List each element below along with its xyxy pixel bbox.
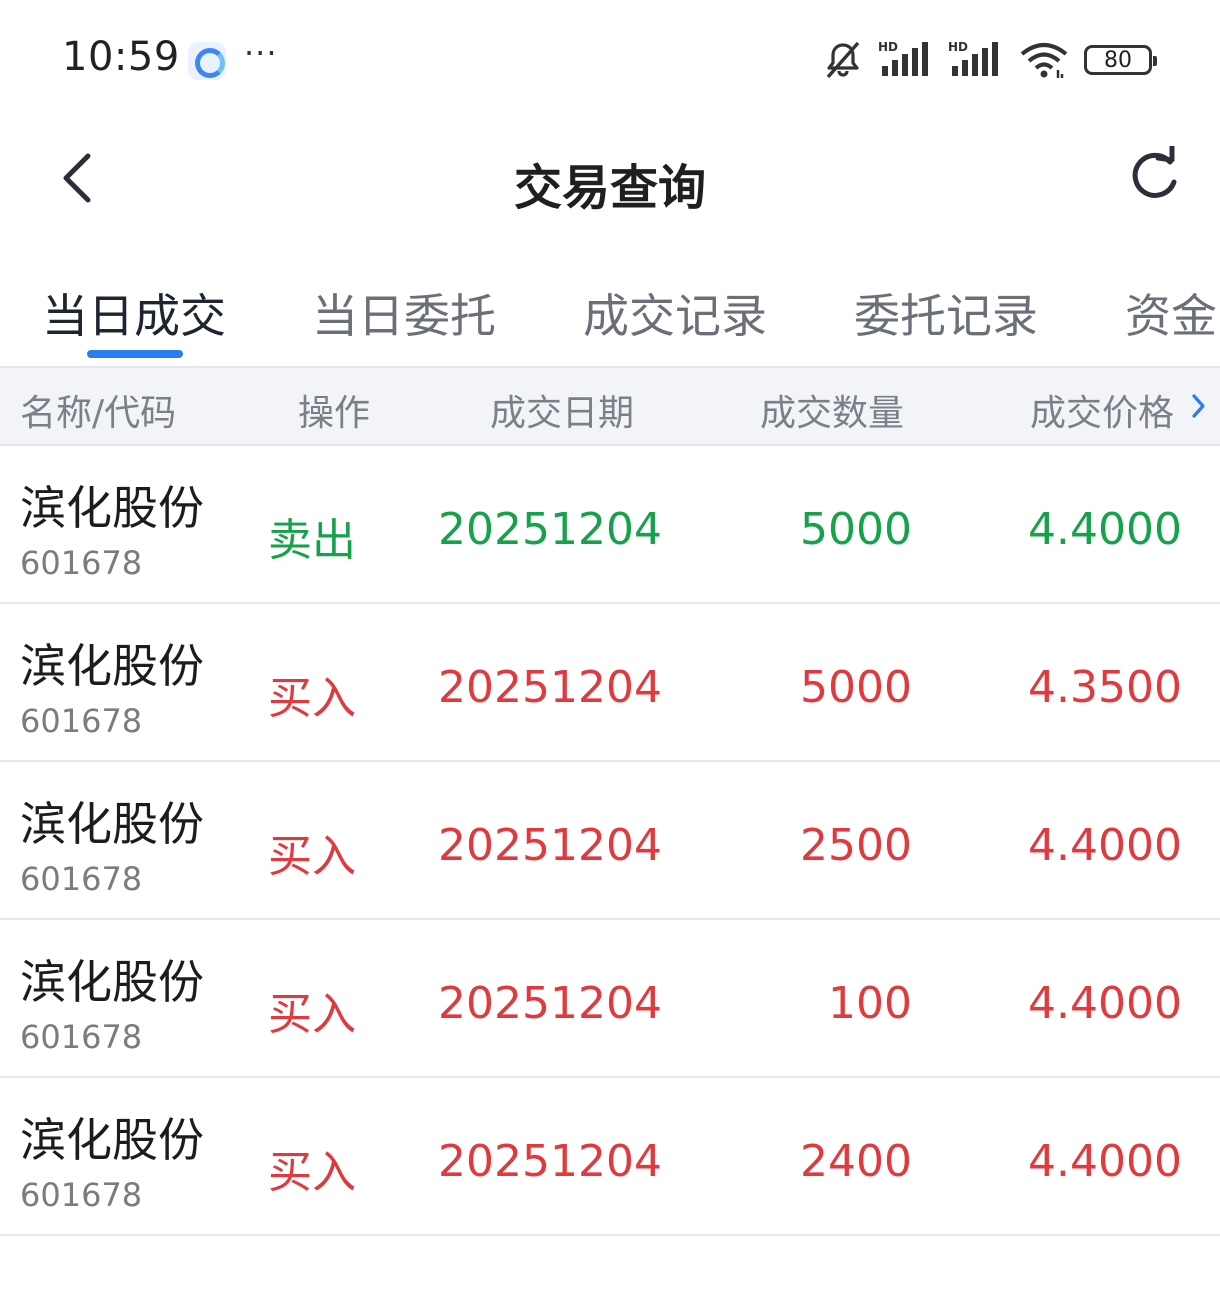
- signal-hd-2-icon: HD: [948, 40, 998, 76]
- app-header: 交易查询: [0, 120, 1220, 240]
- trade-date: 20251204: [438, 978, 662, 1029]
- battery-icon: 80: [1084, 45, 1157, 75]
- bell-muted-icon: [826, 41, 860, 79]
- stock-code: 601678: [20, 544, 143, 582]
- more-notifications-icon: ···: [244, 34, 278, 72]
- stock-name: 滨化股份: [20, 1113, 204, 1167]
- active-tab-indicator: [87, 350, 183, 358]
- svg-text:HD: HD: [878, 40, 898, 54]
- trade-operation: 买入: [268, 1147, 356, 1198]
- tab-funds[interactable]: 资金: [1125, 280, 1217, 346]
- trade-price: 4.4000: [1028, 978, 1182, 1029]
- trade-date: 20251204: [438, 504, 662, 555]
- stock-name: 滨化股份: [20, 797, 204, 851]
- stock-code: 601678: [20, 1018, 143, 1056]
- trade-quantity: 5000: [800, 504, 912, 555]
- table-row[interactable]: 滨化股份 601678 买入 20251204 100 4.4000: [0, 920, 1220, 1078]
- tab-today-trades[interactable]: 当日成交: [42, 280, 226, 346]
- status-time: 10:59: [62, 34, 180, 80]
- stock-name: 滨化股份: [20, 955, 204, 1009]
- tab-bar: 当日成交 当日委托 成交记录 委托记录 资金: [0, 262, 1220, 366]
- signal-hd-icon: HD: [878, 40, 928, 76]
- trade-quantity: 5000: [800, 662, 912, 713]
- trade-price: 4.4000: [1028, 820, 1182, 871]
- trade-operation: 买入: [268, 989, 356, 1040]
- tab-order-history[interactable]: 委托记录: [854, 280, 1038, 346]
- stock-code: 601678: [20, 860, 143, 898]
- trade-price: 4.4000: [1028, 1136, 1182, 1187]
- stock-code: 601678: [20, 1176, 143, 1214]
- page-title: 交易查询: [513, 160, 706, 216]
- svg-text:HD: HD: [948, 40, 968, 54]
- trade-quantity: 2500: [800, 820, 912, 871]
- trade-date: 20251204: [438, 1136, 662, 1187]
- chevron-right-icon[interactable]: [1188, 386, 1208, 426]
- status-icons: HD HD 80: [822, 40, 1157, 80]
- trade-date: 20251204: [438, 820, 662, 871]
- stock-name: 滨化股份: [20, 481, 204, 535]
- stock-name: 滨化股份: [20, 639, 204, 693]
- column-header-date: 成交日期: [490, 393, 635, 434]
- column-header-price: 成交价格: [1030, 393, 1175, 434]
- trade-price: 4.3500: [1028, 662, 1182, 713]
- trade-date: 20251204: [438, 662, 662, 713]
- trade-operation: 卖出: [268, 515, 356, 566]
- wifi-icon: [1020, 43, 1068, 78]
- trade-operation: 买入: [268, 831, 356, 882]
- status-bar: 10:59 ··· HD HD 80: [0, 0, 1220, 120]
- column-header-operation: 操作: [298, 393, 371, 434]
- table-row[interactable]: 滨化股份 601678 买入 20251204 5000 4.3500: [0, 604, 1220, 762]
- battery-level: 80: [1104, 47, 1132, 73]
- column-header-quantity: 成交数量: [760, 393, 905, 434]
- tab-today-orders[interactable]: 当日委托: [312, 280, 496, 346]
- table-header: 名称/代码 操作 成交日期 成交数量 成交价格: [0, 366, 1220, 446]
- trade-operation: 买入: [268, 673, 356, 724]
- trade-quantity: 2400: [800, 1136, 912, 1187]
- app-notification-icon: [188, 42, 226, 80]
- refresh-icon[interactable]: [1124, 146, 1184, 206]
- table-row[interactable]: 滨化股份 601678 买入 20251204 2500 4.4000: [0, 762, 1220, 920]
- stock-code: 601678: [20, 702, 143, 740]
- table-row[interactable]: 滨化股份 601678 买入 20251204 2400 4.4000: [0, 1078, 1220, 1236]
- tab-trade-history[interactable]: 成交记录: [583, 280, 767, 346]
- trade-quantity: 100: [828, 978, 912, 1029]
- trade-price: 4.4000: [1028, 504, 1182, 555]
- table-row[interactable]: 滨化股份 601678 卖出 20251204 5000 4.4000: [0, 446, 1220, 604]
- column-header-name: 名称/代码: [20, 393, 177, 434]
